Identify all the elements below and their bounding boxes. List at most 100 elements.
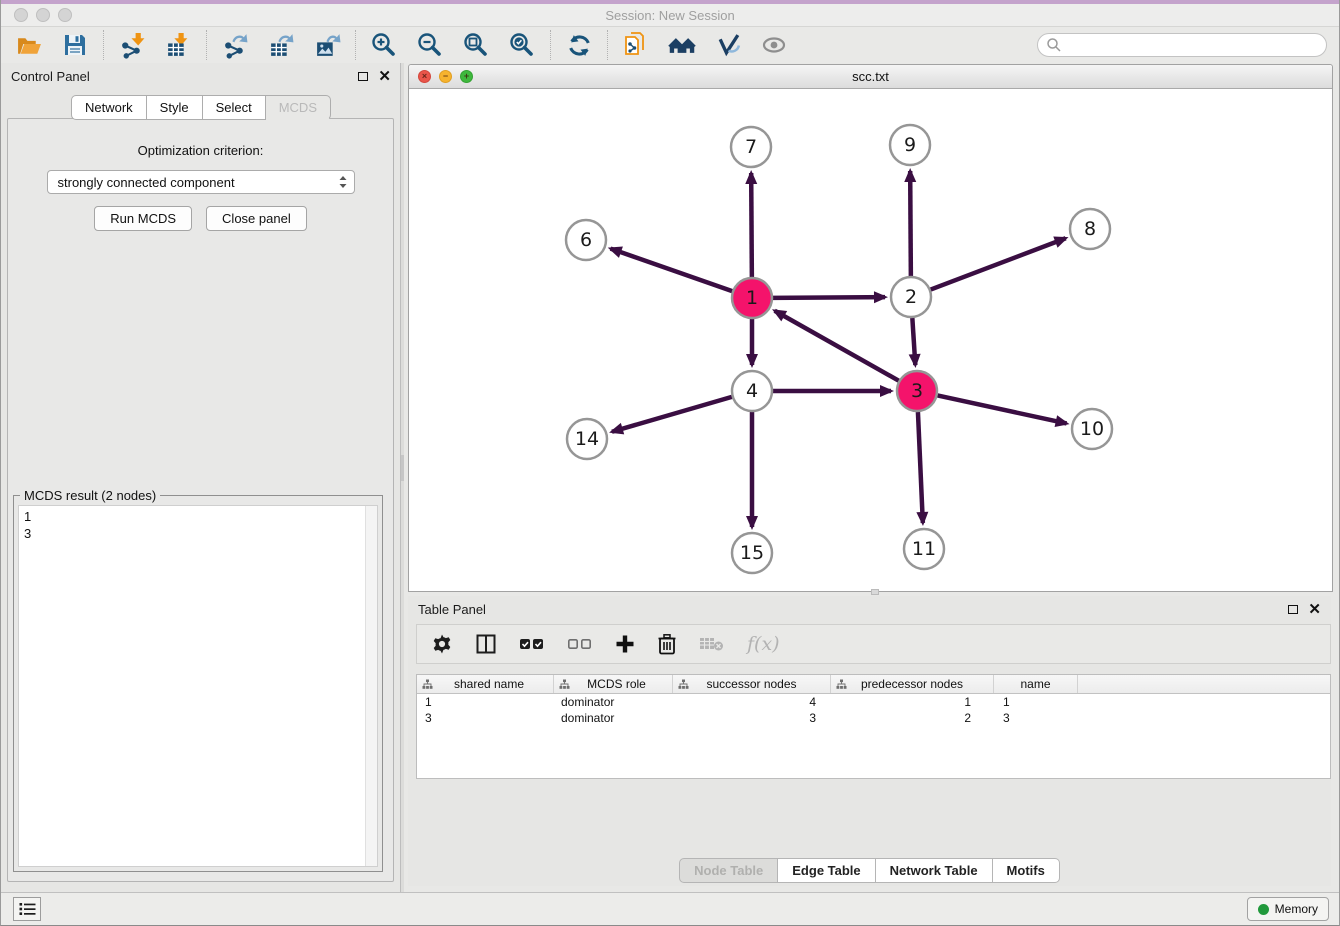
graph-node-14[interactable]: 14 [567, 419, 607, 459]
graph-edge-2-9[interactable] [910, 171, 911, 276]
edit-column-icon [836, 679, 847, 690]
graph-edge-3-11[interactable] [918, 412, 923, 523]
result-scrollbar[interactable] [365, 506, 377, 866]
graph-node-9[interactable]: 9 [890, 125, 930, 165]
search-input[interactable] [1037, 33, 1327, 57]
edit-column-icon [559, 679, 570, 690]
apply-layout-icon[interactable] [565, 31, 593, 59]
criterion-dropdown-value: strongly connected component [58, 175, 338, 190]
add-column-icon[interactable] [615, 634, 635, 654]
app-window-title: Session: New Session [1, 8, 1339, 23]
graph-node-1[interactable]: 1 [732, 278, 772, 318]
graph-edge-2-8[interactable] [931, 238, 1066, 289]
open-session-icon[interactable] [15, 31, 43, 59]
main-toolbar [1, 27, 1339, 63]
deselect-all-columns-icon[interactable] [567, 636, 593, 652]
table-toolbar: f(x) [416, 624, 1331, 664]
close-panel-button[interactable]: Close panel [206, 206, 307, 231]
network-window-title: scc.txt [409, 69, 1332, 84]
network-canvas[interactable]: 7 9 6 8 1 2 4 3 14 10 15 11 [409, 89, 1332, 591]
graph-node-3[interactable]: 3 [897, 371, 937, 411]
close-table-panel-icon[interactable]: ✕ [1308, 602, 1321, 617]
table-row[interactable]: 3 dominator 3 2 3 [417, 710, 1330, 726]
tab-node-table[interactable]: Node Table [679, 858, 778, 883]
graph-edge-1-6[interactable] [611, 249, 733, 291]
graph-node-8[interactable]: 8 [1070, 209, 1110, 249]
graph-node-7[interactable]: 7 [731, 127, 771, 167]
export-network-icon[interactable] [221, 31, 249, 59]
control-panel-title: Control Panel [11, 69, 90, 84]
network-minimize-icon[interactable]: − [439, 70, 452, 83]
table-tabs: Node Table Edge Table Network Table Moti… [408, 858, 1331, 883]
graph-node-label: 4 [746, 380, 758, 402]
node-table[interactable]: shared name MCDS role successor nodes pr… [416, 674, 1331, 779]
network-maximize-icon[interactable]: + [460, 70, 473, 83]
graph-node-15[interactable]: 15 [732, 533, 772, 573]
task-history-button[interactable] [13, 897, 41, 921]
tab-mcds[interactable]: MCDS [266, 95, 331, 120]
zoom-in-icon[interactable] [370, 31, 398, 59]
optimization-criterion-label: Optimization criterion: [8, 143, 393, 158]
graph-edge-1-2[interactable] [773, 297, 885, 298]
network-graph[interactable]: 7 9 6 8 1 2 4 3 14 10 15 11 [409, 89, 1332, 591]
graph-node-label: 10 [1080, 418, 1104, 440]
select-all-columns-icon[interactable] [519, 636, 545, 652]
run-mcds-button[interactable]: Run MCDS [94, 206, 192, 231]
mcds-tab-body: Optimization criterion: strongly connect… [7, 118, 394, 882]
horizontal-splitter[interactable] [871, 589, 879, 595]
apply-style-icon[interactable] [714, 31, 742, 59]
tab-edge-table[interactable]: Edge Table [778, 858, 875, 883]
column-layout-icon[interactable] [475, 633, 497, 655]
zoom-fit-icon[interactable] [462, 31, 490, 59]
home-icon[interactable] [668, 31, 696, 59]
tab-select[interactable]: Select [203, 95, 266, 120]
float-table-panel-icon[interactable] [1288, 605, 1298, 614]
table-panel: Table Panel ✕ [408, 596, 1331, 886]
column-header-successor-nodes[interactable]: successor nodes [673, 675, 831, 693]
zoom-out-icon[interactable] [416, 31, 444, 59]
tab-network-table[interactable]: Network Table [876, 858, 993, 883]
import-table-icon[interactable] [164, 31, 192, 59]
export-table-icon[interactable] [267, 31, 295, 59]
save-session-icon[interactable] [61, 31, 89, 59]
graph-node-6[interactable]: 6 [566, 220, 606, 260]
table-options-icon[interactable] [431, 633, 453, 655]
network-window-titlebar[interactable]: × − + scc.txt [409, 65, 1332, 89]
column-header-shared-name[interactable]: shared name [417, 675, 554, 693]
table-row[interactable]: 1 dominator 4 1 1 [417, 694, 1330, 710]
column-header-predecessor-nodes[interactable]: predecessor nodes [831, 675, 994, 693]
graph-node-label: 9 [904, 134, 916, 156]
graph-edge-1-7[interactable] [751, 173, 752, 277]
memory-button[interactable]: Memory [1247, 897, 1329, 921]
zoom-selected-icon[interactable] [508, 31, 536, 59]
graph-edge-2-3[interactable] [912, 318, 915, 365]
memory-label: Memory [1275, 902, 1318, 916]
network-overview-icon[interactable] [622, 31, 650, 59]
delete-column-icon[interactable] [657, 633, 677, 655]
criterion-dropdown[interactable]: strongly connected component [47, 170, 355, 194]
close-panel-icon[interactable]: ✕ [378, 69, 391, 84]
float-panel-icon[interactable] [358, 72, 368, 81]
graph-node-2[interactable]: 2 [891, 277, 931, 317]
tab-network[interactable]: Network [71, 95, 147, 120]
memory-status-icon [1258, 904, 1269, 915]
graph-node-4[interactable]: 4 [732, 371, 772, 411]
graph-edge-3-1[interactable] [775, 311, 899, 381]
function-builder-icon: f(x) [747, 633, 780, 655]
graph-node-label: 7 [745, 136, 757, 158]
graph-edge-4-14[interactable] [612, 397, 732, 432]
mcds-result-box[interactable]: 1 3 [18, 505, 378, 867]
dropdown-arrows-icon [338, 174, 348, 190]
graph-node-label: 14 [575, 428, 599, 450]
graph-node-11[interactable]: 11 [904, 529, 944, 569]
edit-column-icon [678, 679, 689, 690]
export-image-icon[interactable] [313, 31, 341, 59]
network-close-icon[interactable]: × [418, 70, 431, 83]
graph-edge-3-10[interactable] [938, 395, 1067, 423]
graph-node-10[interactable]: 10 [1072, 409, 1112, 449]
column-header-name[interactable]: name [994, 675, 1078, 693]
import-network-icon[interactable] [118, 31, 146, 59]
tab-motifs[interactable]: Motifs [993, 858, 1060, 883]
tab-style[interactable]: Style [147, 95, 203, 120]
column-header-mcds-role[interactable]: MCDS role [554, 675, 673, 693]
